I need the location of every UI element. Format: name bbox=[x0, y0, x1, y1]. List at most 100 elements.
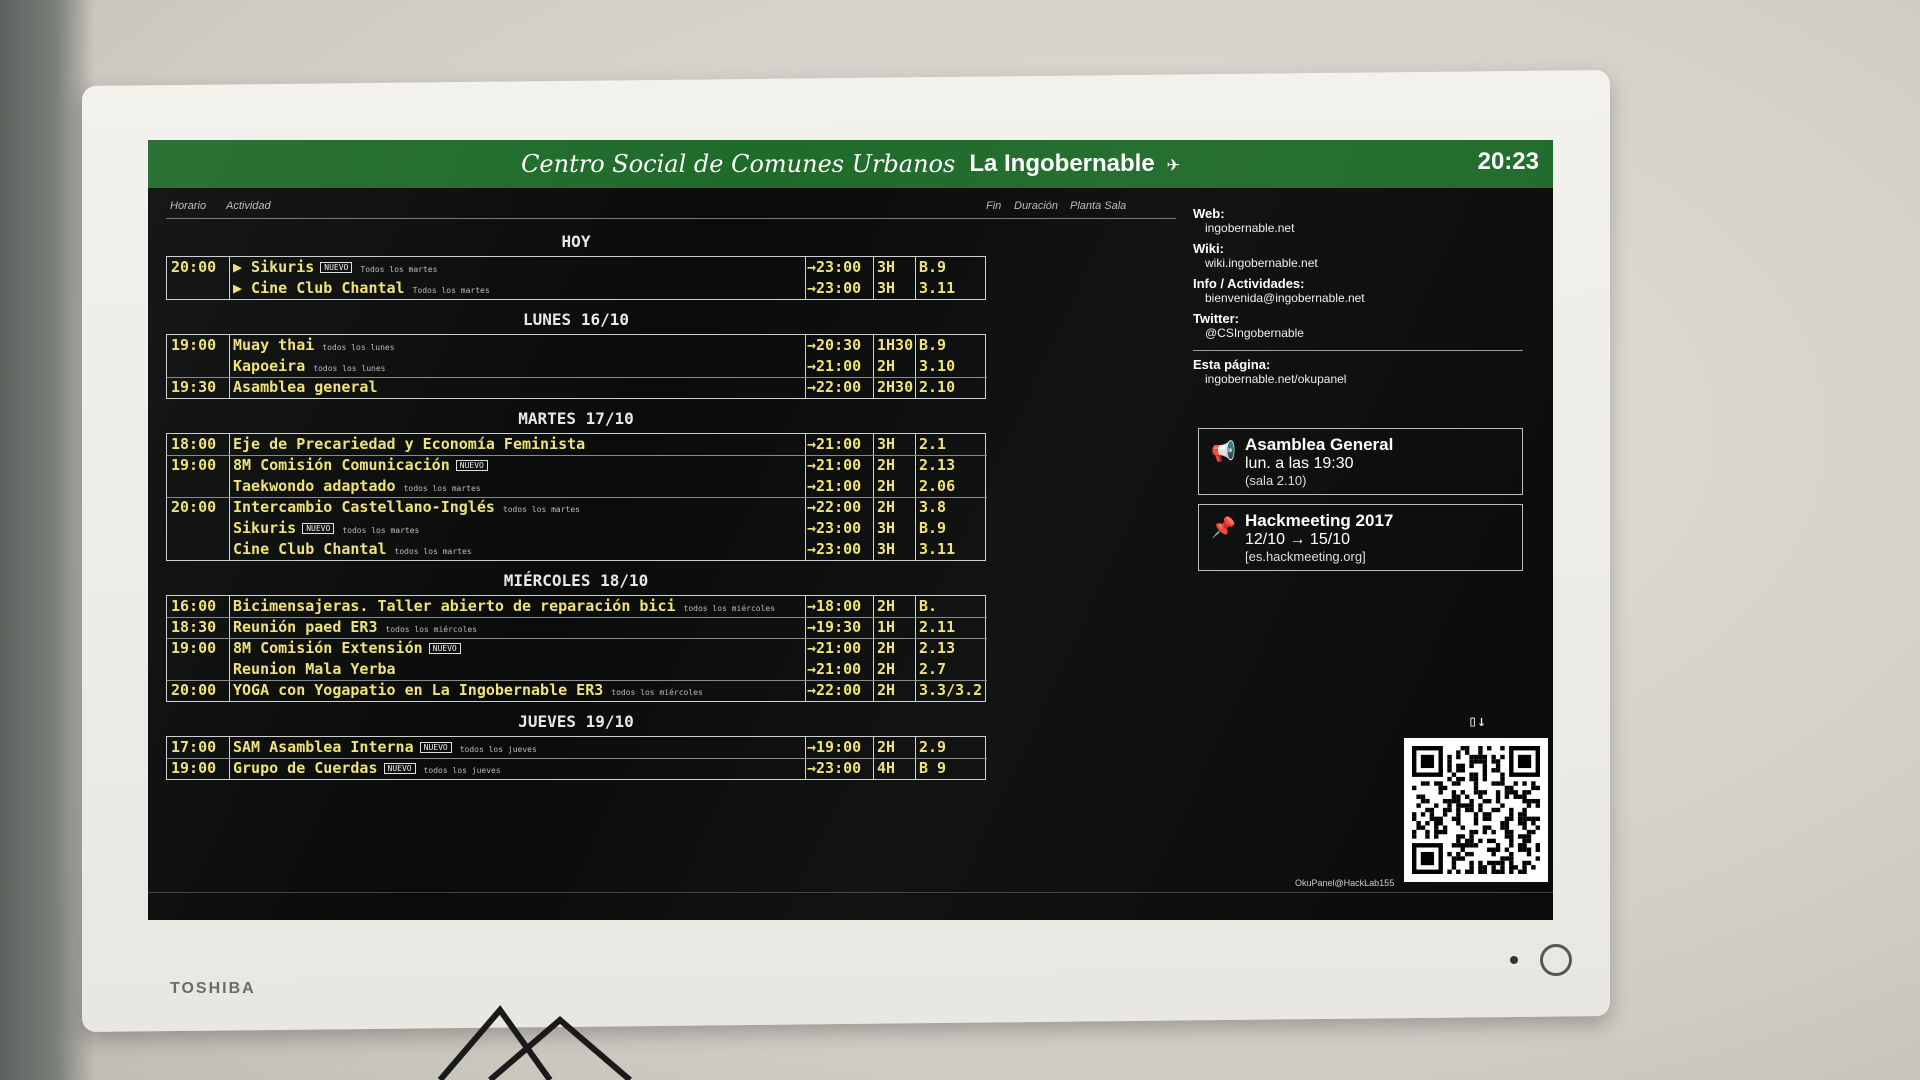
row-room: 2.11 bbox=[919, 618, 956, 636]
row-duration: 3H bbox=[877, 258, 896, 276]
row-time: 19:00 bbox=[171, 456, 217, 474]
row-room: 2.10 bbox=[919, 378, 956, 396]
day-title: HOY bbox=[561, 232, 591, 251]
row-duration: 2H bbox=[877, 681, 896, 699]
row-activity: Reunión paed ER3 todos los miércoles bbox=[233, 618, 478, 636]
row-time: 19:00 bbox=[171, 759, 217, 777]
megaphone-icon: 📢 bbox=[1211, 441, 1236, 463]
recurrence-note: todos los miércoles bbox=[611, 688, 703, 697]
header-rule bbox=[166, 218, 1176, 219]
info-email[interactable]: bienvenida@ingobernable.net bbox=[1205, 291, 1533, 305]
row-duration: 2H bbox=[877, 738, 896, 756]
row-time: 20:00 bbox=[171, 681, 217, 699]
web-link[interactable]: ingobernable.net bbox=[1205, 221, 1533, 235]
twitter-handle[interactable]: @CSIngobernable bbox=[1205, 326, 1533, 340]
row-duration: 2H30 bbox=[877, 378, 914, 396]
day-title: MIÉRCOLES 18/10 bbox=[503, 571, 649, 590]
recurrence-note: todos los martes bbox=[342, 526, 420, 535]
wiki-link[interactable]: wiki.ingobernable.net bbox=[1205, 256, 1533, 270]
row-time: 20:00 bbox=[171, 258, 217, 276]
schedule-row: ▶ Cine Club Chantal Todos los martes →23:0… bbox=[167, 279, 987, 303]
row-activity: Intercambio Castellano-Inglés todos los m… bbox=[233, 498, 580, 516]
row-activity: Taekwondo adaptado todos los martes bbox=[233, 477, 481, 495]
credit: OkuPanel@HackLab155 bbox=[1295, 878, 1395, 888]
row-time: 19:30 bbox=[171, 378, 217, 396]
row-room: 2.1 bbox=[919, 435, 947, 453]
schedule-row: 19:30 Asamblea general →22:00 2H30 2.10 bbox=[167, 378, 987, 402]
row-duration: 3H bbox=[877, 519, 896, 537]
card-extra: (sala 2.10) bbox=[1245, 473, 1307, 488]
day-block: 17:00 SAM Asamblea Interna NUEVO todos los … bbox=[166, 736, 987, 783]
row-end-time: →23:00 bbox=[807, 519, 862, 537]
page-link[interactable]: ingobernable.net/okupanel bbox=[1205, 372, 1533, 386]
row-time: 17:00 bbox=[171, 738, 217, 756]
row-end-time: →23:00 bbox=[807, 759, 862, 777]
row-room: B.9 bbox=[919, 336, 947, 354]
row-duration: 1H bbox=[877, 618, 896, 636]
row-activity: Cine Club Chantal todos los martes bbox=[233, 540, 472, 558]
row-room: 2.13 bbox=[919, 456, 956, 474]
row-end-time: →23:00 bbox=[807, 258, 862, 276]
recurrence-note: todos los miércoles bbox=[683, 604, 776, 613]
card-title: Asamblea General bbox=[1245, 435, 1394, 454]
row-room: 2.9 bbox=[919, 738, 947, 756]
day-block: 16:00 Bicimensajeras. Taller abierto de r… bbox=[166, 595, 987, 705]
schedule-row: Cine Club Chantal todos los martes →23:00 3… bbox=[167, 540, 987, 564]
card-subtitle: 12/10 → 15/10 bbox=[1245, 531, 1350, 548]
news-ticker bbox=[148, 892, 1553, 920]
col-planta-sala: Planta Sala bbox=[1070, 200, 1127, 212]
row-end-time: →18:00 bbox=[807, 597, 862, 615]
qr-code bbox=[1404, 738, 1548, 882]
row-activity: Kapoeira todos los lunes bbox=[233, 357, 386, 375]
row-end-time: →20:30 bbox=[807, 336, 862, 354]
row-room: B 9 bbox=[919, 759, 947, 777]
row-duration: 2H bbox=[877, 456, 896, 474]
announcement-card-asamblea: 📢 Asamblea General lun. a las 19:30 (sal… bbox=[1198, 428, 1523, 495]
row-room: 2.13 bbox=[919, 639, 956, 657]
new-badge: NUEVO bbox=[383, 763, 416, 774]
info-sidebar: Web: ingobernable.net Wiki: wiki.ingober… bbox=[1193, 200, 1533, 386]
power-button[interactable] bbox=[1540, 944, 1572, 976]
schedule-row: 20:00 YOGA con Yogapatio en La Ingobernab… bbox=[167, 681, 987, 705]
sidebar-rule bbox=[1193, 350, 1523, 351]
new-badge: NUEVO bbox=[428, 643, 461, 654]
card-subtitle: lun. a las 19:30 bbox=[1245, 455, 1354, 472]
day-block: 20:00 ▶ Sikuris NUEVO Todos los martes →23:0… bbox=[166, 256, 986, 300]
day-title: MARTES 17/10 bbox=[518, 409, 634, 428]
recurrence-note: Todos los martes bbox=[360, 265, 438, 274]
row-end-time: →21:00 bbox=[807, 435, 862, 453]
new-badge: NUEVO bbox=[419, 742, 452, 753]
clock: 20:23 bbox=[1477, 148, 1539, 175]
col-horario: Horario bbox=[170, 200, 207, 212]
day-title: LUNES 16/10 bbox=[523, 310, 629, 329]
recurrence-note: todos los lunes bbox=[313, 364, 386, 373]
recurrence-note: todos los jueves bbox=[459, 745, 537, 754]
recurrence-note: Todos los martes bbox=[412, 286, 490, 295]
pin-icon: 📌 bbox=[1211, 517, 1236, 539]
row-time: 19:00 bbox=[171, 336, 217, 354]
row-time: 18:00 bbox=[171, 435, 217, 453]
info-label: Info / Actividades: bbox=[1193, 276, 1305, 291]
row-duration: 2H bbox=[877, 357, 896, 375]
row-room: B. bbox=[919, 597, 938, 615]
power-led bbox=[1510, 956, 1518, 964]
row-activity: Grupo de Cuerdas NUEVO todos los jueves bbox=[233, 759, 501, 777]
row-duration: 2H bbox=[877, 639, 896, 657]
row-time: 16:00 bbox=[171, 597, 217, 615]
col-duracion: Duración bbox=[1014, 200, 1059, 212]
day-title: JUEVES 19/10 bbox=[518, 712, 634, 731]
row-duration: 3H bbox=[877, 540, 896, 558]
new-badge: NUEVO bbox=[302, 523, 335, 534]
row-room: 2.7 bbox=[919, 660, 947, 678]
recurrence-note: todos los martes bbox=[502, 505, 580, 514]
row-duration: 2H bbox=[877, 477, 896, 495]
row-activity: YOGA con Yogapatio en La Ingobernable ER… bbox=[233, 681, 703, 699]
row-duration: 2H bbox=[877, 498, 896, 516]
schedule-row: 19:00 Grupo de Cuerdas NUEVO todos los juev… bbox=[167, 759, 987, 783]
row-end-time: →21:00 bbox=[807, 357, 862, 375]
header-title-script: Centro Social de Comunes Urbanos bbox=[521, 150, 956, 178]
wiki-label: Wiki: bbox=[1193, 241, 1224, 256]
row-end-time: →23:00 bbox=[807, 540, 862, 558]
recurrence-note: todos los jueves bbox=[423, 766, 501, 775]
header-bar: Centro Social de Comunes Urbanos La Ingo… bbox=[148, 140, 1553, 188]
